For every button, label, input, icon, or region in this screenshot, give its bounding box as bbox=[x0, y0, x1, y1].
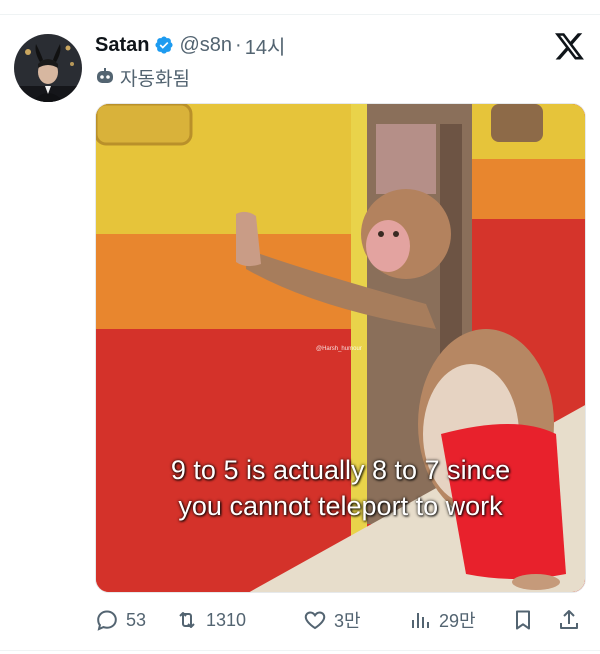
image-watermark: @Harsh_humour bbox=[316, 346, 362, 352]
separator-dot: · bbox=[235, 33, 242, 56]
retweet-icon bbox=[179, 612, 195, 628]
caption-line-2: you cannot teleport to work bbox=[178, 491, 503, 521]
automated-label-text: 자동화됨 bbox=[120, 68, 190, 90]
tweet-header: Satan @s8n · 14시 bbox=[95, 31, 285, 59]
retweet-button[interactable]: 1310 bbox=[175, 604, 246, 636]
reply-count: 53 bbox=[126, 609, 147, 630]
avatar[interactable] bbox=[14, 34, 82, 102]
x-logo-icon[interactable] bbox=[555, 33, 585, 61]
heart-icon bbox=[304, 611, 326, 630]
bookmark-icon bbox=[516, 610, 530, 630]
tweet-media-image[interactable]: @Harsh_humour 9 to 5 is actually 8 to 7 … bbox=[95, 103, 586, 593]
reply-icon bbox=[97, 610, 117, 631]
avatar-icon bbox=[14, 34, 82, 102]
bottom-divider bbox=[0, 650, 600, 651]
verified-badge-icon bbox=[154, 35, 174, 55]
views-button[interactable]: 29만 bbox=[408, 604, 476, 636]
share-icon bbox=[560, 610, 578, 629]
automated-account-label: 자동화됨 bbox=[95, 64, 190, 90]
reply-button[interactable]: 53 bbox=[95, 604, 146, 636]
tweet-timestamp[interactable]: 14시 bbox=[245, 31, 286, 60]
analytics-icon bbox=[412, 613, 429, 628]
caption-line-1: 9 to 5 is actually 8 to 7 since bbox=[170, 455, 511, 485]
like-button[interactable]: 3만 bbox=[303, 604, 361, 636]
tweet-actions-bar: 53 1310 3만 29만 bbox=[95, 604, 589, 636]
share-button[interactable] bbox=[557, 604, 581, 636]
like-count: 3만 bbox=[334, 611, 361, 631]
bot-icon bbox=[95, 67, 115, 87]
author-display-name[interactable]: Satan bbox=[95, 34, 149, 57]
meme-caption: 9 to 5 is actually 8 to 7 since you cann… bbox=[96, 452, 585, 524]
author-handle[interactable]: @s8n bbox=[179, 34, 232, 57]
top-divider bbox=[0, 14, 600, 15]
views-count: 29만 bbox=[439, 611, 476, 631]
retweet-count: 1310 bbox=[206, 609, 247, 630]
bookmark-button[interactable] bbox=[511, 604, 535, 636]
